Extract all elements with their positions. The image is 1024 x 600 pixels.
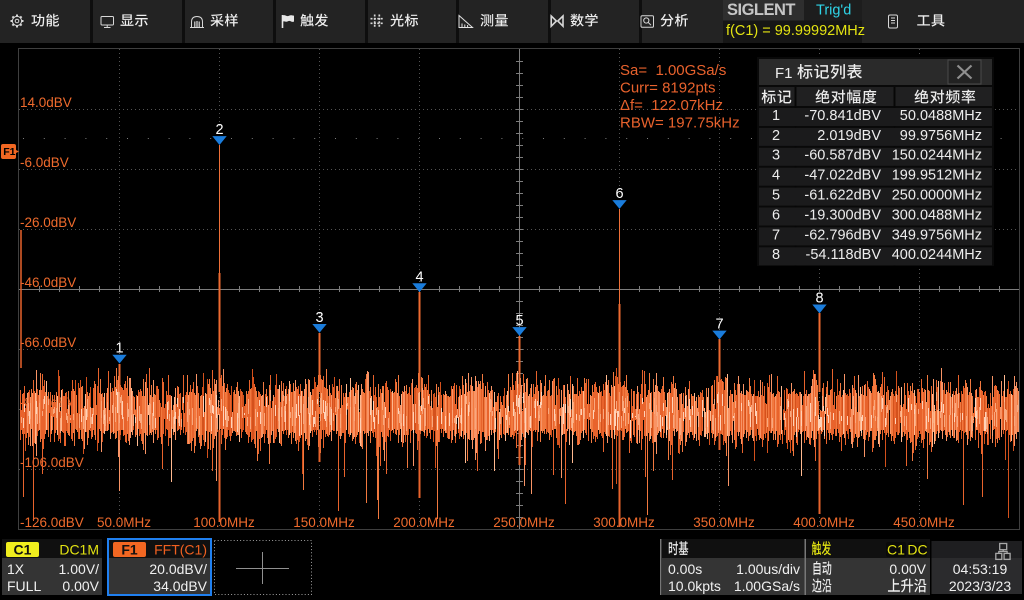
svg-text:04:53:19: 04:53:19 (953, 561, 1008, 577)
svg-text:1.00us/div: 1.00us/div (736, 561, 800, 577)
svg-text:Trig'd: Trig'd (816, 3, 851, 19)
svg-text:FFT(C1): FFT(C1) (154, 542, 207, 558)
svg-text:2023/3/23: 2023/3/23 (949, 578, 1011, 594)
svg-text:0.00s: 0.00s (668, 561, 702, 577)
svg-text:20.0dBV/: 20.0dBV/ (149, 561, 207, 577)
svg-text:C1: C1 (887, 542, 905, 558)
svg-text:1.00V/: 1.00V/ (59, 561, 100, 577)
svg-text:1.00GSa/s: 1.00GSa/s (734, 578, 800, 594)
svg-text:C1: C1 (14, 542, 32, 558)
svg-text:f(C1) = 99.99992MHz: f(C1) = 99.99992MHz (726, 23, 865, 39)
svg-text:0.00V: 0.00V (62, 578, 99, 594)
svg-text:DC1M: DC1M (59, 542, 99, 558)
svg-text:F1: F1 (121, 542, 138, 558)
svg-text:SIGLENT: SIGLENT (727, 1, 795, 19)
svg-text:0.00V: 0.00V (889, 561, 926, 577)
svg-text:34.0dBV: 34.0dBV (153, 578, 207, 594)
svg-text:10.0kpts: 10.0kpts (668, 578, 721, 594)
svg-text:FULL: FULL (7, 578, 41, 594)
svg-text:1X: 1X (7, 561, 25, 577)
svg-text:DC: DC (907, 542, 927, 558)
